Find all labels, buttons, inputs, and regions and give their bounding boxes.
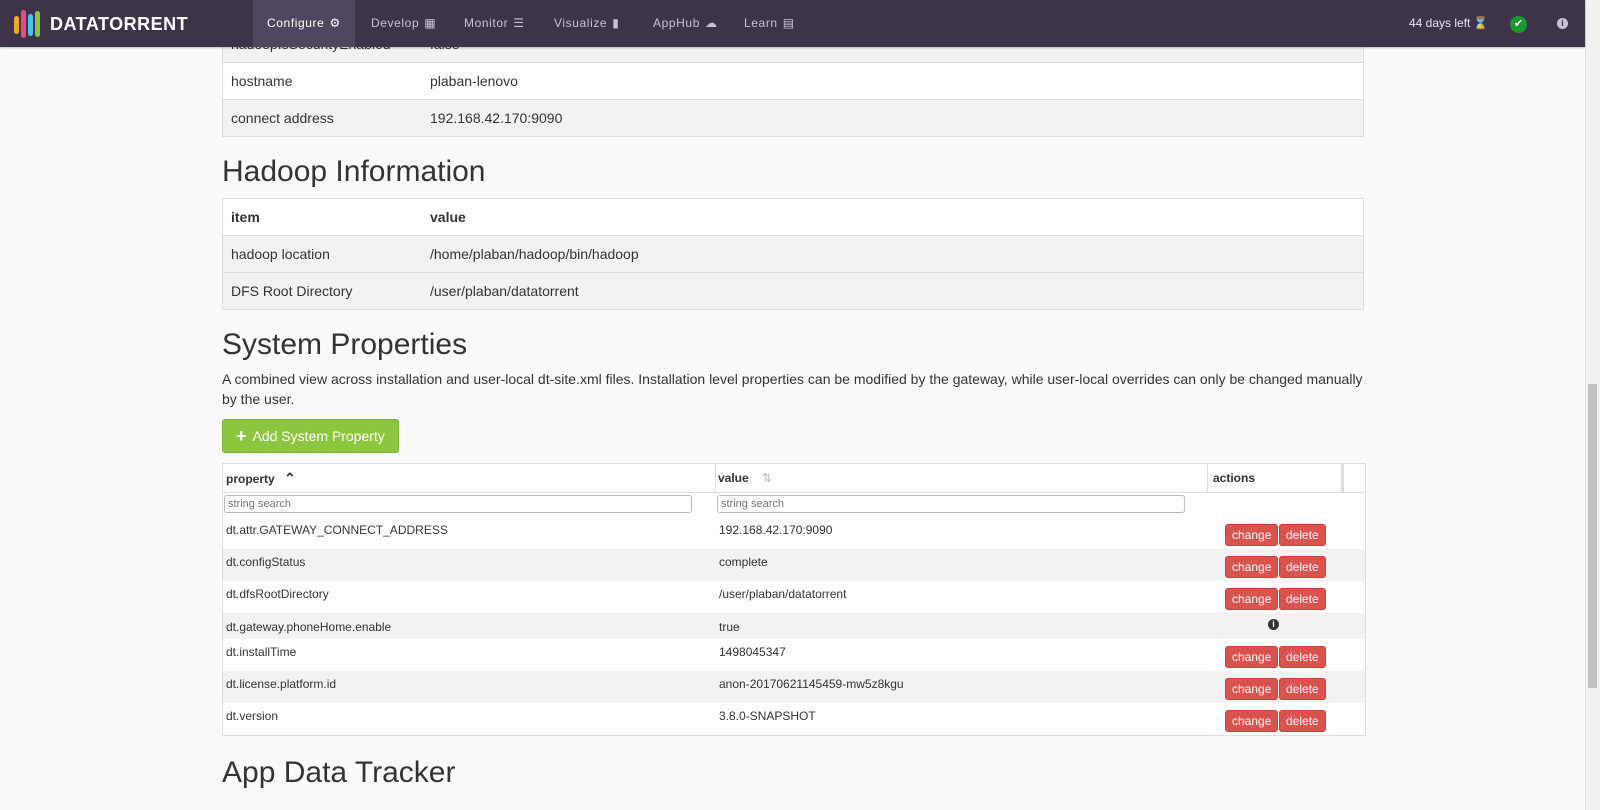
property-cell: dt.license.platform.id	[226, 677, 337, 691]
bar-chart-icon: ▮	[612, 16, 620, 30]
table-row: DFS Root Directory /user/plaban/datatorr…	[222, 272, 1364, 310]
days-left-text: 44 days left	[1409, 16, 1471, 30]
change-button[interactable]: change	[1225, 556, 1279, 578]
filter-row	[223, 493, 1365, 517]
nav-monitor[interactable]: Monitor ☰	[450, 0, 539, 47]
value-header: value	[430, 209, 466, 225]
sort-icon: ⇅	[762, 471, 773, 485]
value-cell: /user/plaban/datatorrent	[422, 272, 1364, 310]
property-rows: dt.attr.GATEWAY_CONNECT_ADDRESS 192.168.4…	[223, 517, 1365, 735]
change-button[interactable]: change	[1225, 588, 1279, 610]
property-header-label: property	[226, 472, 275, 486]
property-cell: dt.installTime	[226, 645, 297, 659]
value-cell: true	[719, 620, 740, 634]
table-header-row: property ⌃ value ⇅ actions	[223, 464, 1365, 493]
delete-button[interactable]: delete	[1279, 646, 1326, 668]
value-cell: plaban-lenovo	[422, 62, 1364, 100]
property-cell: dt.configStatus	[226, 555, 306, 569]
table-row: dt.gateway.phoneHome.enable true i	[223, 613, 1365, 639]
property-cell: dt.gateway.phoneHome.enable	[226, 620, 392, 634]
hourglass-icon: ⌛	[1473, 16, 1489, 30]
nav-visualize[interactable]: Visualize ▮	[540, 0, 633, 47]
main-content: hadoopIsSecurityEnabled false hostname p…	[222, 25, 1366, 790]
add-system-property-button[interactable]: + Add System Property	[222, 419, 399, 453]
value-column-header[interactable]: value ⇅	[715, 464, 1208, 492]
grid-icon: ▦	[424, 16, 437, 30]
gear-icon: ⚙	[329, 16, 341, 30]
table-header-row: item value	[223, 199, 1364, 236]
item-cell: hostname	[222, 62, 422, 100]
table-row: dt.configStatus complete change delete	[223, 549, 1365, 581]
property-cell: dt.version	[226, 709, 279, 723]
item-header: item	[231, 209, 260, 225]
status-ok-icon[interactable]: ✔	[1510, 16, 1527, 33]
value-cell: 192.168.42.170:9090	[422, 99, 1364, 137]
system-properties-table: property ⌃ value ⇅ actions dt.attr.GATEW…	[222, 463, 1366, 736]
value-search-input[interactable]	[717, 495, 1185, 513]
delete-button[interactable]: delete	[1279, 710, 1326, 732]
cloud-icon: ☁	[704, 16, 718, 30]
change-button[interactable]: change	[1225, 646, 1279, 668]
book-icon: ▤	[782, 16, 795, 30]
value-cell: 3.8.0-SNAPSHOT	[719, 709, 816, 723]
info-icon[interactable]: i	[1268, 619, 1279, 630]
table-row: dt.installTime 1498045347 change delete	[223, 639, 1365, 671]
change-button[interactable]: change	[1225, 524, 1279, 546]
top-navbar: DATATORRENT Configure ⚙ Develop ▦ Monito…	[0, 0, 1585, 47]
nav-learn[interactable]: Learn ▤	[730, 0, 809, 47]
table-row: hadoop location /home/plaban/hadoop/bin/…	[222, 235, 1364, 273]
value-cell: 192.168.42.170:9090	[719, 523, 833, 537]
value-header-label: value	[718, 471, 749, 485]
system-properties-heading: System Properties	[222, 328, 468, 361]
nav-monitor-label: Monitor	[464, 16, 509, 30]
change-button[interactable]: change	[1225, 678, 1279, 700]
nav-learn-label: Learn	[744, 16, 778, 30]
delete-button[interactable]: delete	[1279, 588, 1326, 610]
nav-develop[interactable]: Develop ▦	[357, 0, 450, 47]
item-cell: DFS Root Directory	[222, 272, 422, 310]
change-button[interactable]: change	[1225, 710, 1279, 732]
value-cell: complete	[719, 555, 768, 569]
nav-develop-label: Develop	[371, 16, 420, 30]
sort-asc-icon: ⌃	[284, 470, 296, 486]
hadoop-info-heading: Hadoop Information	[222, 155, 486, 188]
property-cell: dt.attr.GATEWAY_CONNECT_ADDRESS	[226, 523, 448, 537]
nav-visualize-label: Visualize	[554, 16, 608, 30]
license-days-left[interactable]: 44 days left ⌛	[1409, 0, 1488, 47]
item-cell: hadoop location	[222, 235, 422, 273]
table-row: dt.version 3.8.0-SNAPSHOT change delete	[223, 703, 1365, 735]
table-row: dt.license.platform.id anon-2017062114545…	[223, 671, 1365, 703]
value-cell: /home/plaban/hadoop/bin/hadoop	[422, 235, 1364, 273]
brand[interactable]: DATATORRENT	[14, 9, 188, 39]
item-cell: connect address	[222, 99, 422, 137]
table-row: dt.dfsRootDirectory/user/plaban/datatorr…	[223, 581, 1365, 613]
app-data-tracker-heading: App Data Tracker	[222, 756, 456, 789]
property-column-header[interactable]: property ⌃	[223, 464, 716, 492]
value-cell: /user/plaban/datatorrent	[719, 587, 847, 601]
brand-name: DATATORRENT	[50, 13, 189, 34]
datatorrent-logo-icon	[14, 10, 42, 38]
property-cell: dt.dfsRootDirectory	[226, 587, 329, 601]
table-row: hostname plaban-lenovo	[222, 62, 1364, 100]
value-cell: anon-20170621145459-mw5z8kgu	[719, 677, 904, 691]
plus-icon: +	[236, 426, 247, 446]
list-icon: ☰	[513, 16, 525, 30]
nav-apphub-label: AppHub	[653, 16, 700, 30]
info-icon[interactable]: i	[1557, 18, 1568, 29]
actions-column-header: actions	[1210, 464, 1344, 492]
table-row: dt.attr.GATEWAY_CONNECT_ADDRESS 192.168.4…	[223, 517, 1365, 549]
value-cell: 1498045347	[719, 645, 786, 659]
nav-configure-label: Configure	[267, 16, 325, 30]
add-system-property-label: Add System Property	[252, 428, 385, 444]
property-search-input[interactable]	[224, 495, 692, 513]
delete-button[interactable]: delete	[1279, 556, 1326, 578]
nav-apphub[interactable]: AppHub ☁	[639, 0, 732, 47]
table-row: connect address 192.168.42.170:9090	[222, 99, 1364, 137]
page-scrollbar-thumb[interactable]	[1588, 384, 1597, 688]
nav-configure[interactable]: Configure ⚙	[253, 0, 355, 47]
delete-button[interactable]: delete	[1279, 524, 1326, 546]
system-properties-description: A combined view across installation and …	[222, 371, 1363, 407]
hadoop-info-table: item value hadoop location /home/plaban/…	[222, 198, 1364, 310]
delete-button[interactable]: delete	[1279, 678, 1326, 700]
